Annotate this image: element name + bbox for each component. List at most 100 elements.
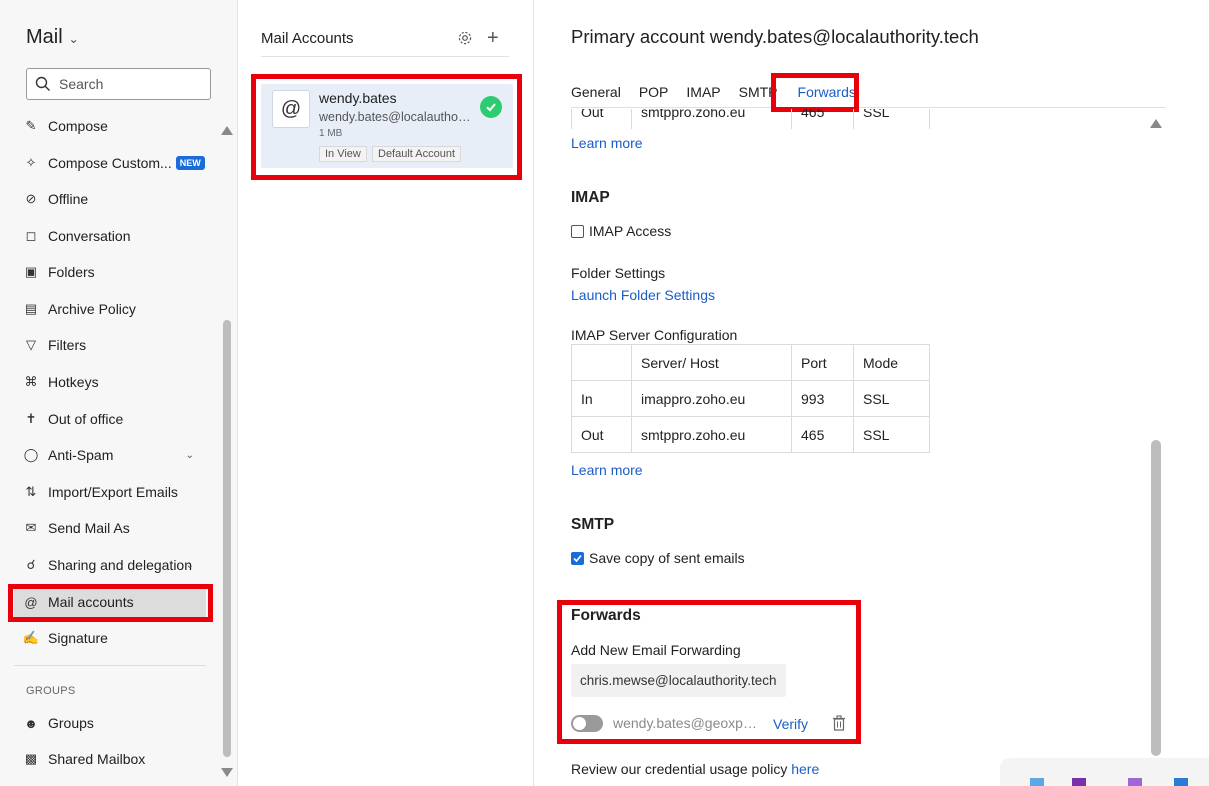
table-cell: Out <box>571 416 632 453</box>
sidebar-item-folders[interactable]: ▣ Folders <box>14 256 206 288</box>
app-icon[interactable] <box>1072 778 1086 786</box>
learn-more-link[interactable]: Learn more <box>571 135 643 151</box>
table-header: Mode <box>853 344 930 381</box>
groups-section-label: GROUPS <box>26 685 76 697</box>
forwarding-toggle[interactable] <box>571 715 603 732</box>
imap-server-config-label: IMAP Server Configuration <box>571 327 738 343</box>
accounts-panel: Mail Accounts + @ wendy.bates wendy.bate… <box>238 0 534 786</box>
table-header <box>571 344 632 381</box>
table-header: Port <box>791 344 854 381</box>
account-card[interactable]: @ wendy.bates wendy.bates@localauthority… <box>261 84 513 168</box>
share-icon: ☌ <box>26 557 36 572</box>
tab-imap[interactable]: IMAP <box>686 84 720 108</box>
sidebar-item-conversation[interactable]: ◻ Conversation <box>14 220 206 252</box>
table-cell: smtppro.zoho.eu <box>631 416 792 453</box>
app-icon[interactable] <box>1030 778 1044 786</box>
scroll-up-arrow[interactable] <box>221 126 233 135</box>
scroll-up-arrow[interactable] <box>1150 119 1162 128</box>
table-cell: 465 <box>791 109 854 129</box>
table-cell: In <box>571 380 632 417</box>
tab-general[interactable]: General <box>571 84 621 108</box>
sidebar-item-hotkeys[interactable]: ⌘ Hotkeys <box>14 366 206 398</box>
policy-here-link[interactable]: here <box>791 761 819 777</box>
accounts-title: Mail Accounts <box>261 30 354 47</box>
command-key-icon: ⌘ <box>24 374 38 389</box>
account-name: wendy.bates <box>319 90 397 106</box>
shield-icon: ◯ <box>23 447 39 462</box>
default-account-chip: Default Account <box>372 146 462 162</box>
table-row: Out smtppro.zoho.eu 465 SSL <box>571 109 930 129</box>
folder-settings-label: Folder Settings <box>571 265 666 281</box>
table-header-row: Server/ Host Port Mode <box>571 344 930 381</box>
forwarding-email-input[interactable]: chris.mewse@localauthority.tech <box>571 664 786 697</box>
conversation-icon: ◻ <box>25 228 37 243</box>
app-title[interactable]: Mail ⌄ <box>26 26 79 49</box>
settings-tabs: General POP IMAP SMTP Forwards <box>571 84 874 108</box>
account-email: wendy.bates@localauthority.tech <box>319 110 471 124</box>
edit-icon: ✎ <box>25 118 37 133</box>
in-view-chip: In View <box>319 146 367 162</box>
existing-forward-email: wendy.bates@geoxphe... <box>613 715 763 731</box>
send-icon: ✉ <box>25 520 37 535</box>
verify-link[interactable]: Verify <box>773 716 808 732</box>
sidebar-item-import-export[interactable]: ⇅ Import/Export Emails <box>14 476 206 508</box>
imap-access-checkbox[interactable] <box>571 225 584 238</box>
sidebar-item-out-of-office[interactable]: ✝ Out of office <box>14 403 206 435</box>
launch-folder-settings-link[interactable]: Launch Folder Settings <box>571 287 715 303</box>
table-cell: 993 <box>791 380 854 417</box>
tabs-divider <box>571 107 1166 108</box>
new-badge: NEW <box>175 156 205 170</box>
gear-icon[interactable] <box>457 30 473 46</box>
search-box[interactable] <box>26 68 211 100</box>
sidebar-item-mail-accounts[interactable]: @ Mail accounts <box>14 586 206 618</box>
sidebar-item-sharing-delegation[interactable]: ☌ Sharing and delegation ⌄ <box>14 549 206 581</box>
trash-icon[interactable] <box>832 715 846 731</box>
sidebar-item-compose[interactable]: ✎ Compose <box>14 110 206 142</box>
save-copy-checkbox[interactable] <box>571 552 584 565</box>
pop-server-table: Out smtppro.zoho.eu 465 SSL <box>571 109 930 129</box>
search-input[interactable] <box>57 75 201 93</box>
sidebar-item-send-mail-as[interactable]: ✉ Send Mail As <box>14 512 206 544</box>
sidebar-item-signature[interactable]: ✍ Signature <box>14 622 206 654</box>
add-account-icon[interactable]: + <box>487 27 499 50</box>
tab-forwards[interactable]: Forwards <box>798 84 856 108</box>
check-circle-icon <box>480 96 502 118</box>
sidebar-scrollbar[interactable] <box>223 320 231 757</box>
forwards-heading: Forwards <box>571 607 641 624</box>
sidebar-divider <box>14 665 206 666</box>
smtp-heading: SMTP <box>571 516 615 533</box>
settings-sidebar: Mail⌄ ✎Compose ✧Compose Custom...NEW ⊘Of… <box>0 0 238 786</box>
sidebar-item-filters[interactable]: ▽ Filters <box>14 329 206 361</box>
sidebar-item-compose-custom[interactable]: ✧ Compose Custom... NEW <box>14 147 206 179</box>
pop-table-clip: Out smtppro.zoho.eu 465 SSL <box>571 109 931 129</box>
table-cell: smtppro.zoho.eu <box>631 109 792 129</box>
chevron-down-icon: ⌄ <box>185 449 194 461</box>
shared-mailbox-icon: ▩ <box>24 751 38 766</box>
imap-access-option[interactable]: IMAP Access <box>571 223 671 239</box>
app-icon[interactable] <box>1174 778 1188 786</box>
group-icon: ☻ <box>24 715 38 731</box>
add-forwarding-label: Add New Email Forwarding <box>571 642 741 658</box>
scroll-down-arrow[interactable] <box>221 768 233 777</box>
sidebar-item-groups[interactable]: ☻ Groups <box>14 707 206 739</box>
tab-smtp[interactable]: SMTP <box>739 84 778 108</box>
sidebar-item-shared-mailbox[interactable]: ▩ Shared Mailbox <box>14 743 206 775</box>
table-cell: SSL <box>853 109 930 129</box>
account-size: 1 MB <box>319 128 343 139</box>
accounts-divider <box>261 56 509 57</box>
chevron-down-icon: ⌄ <box>68 32 79 46</box>
learn-more-link[interactable]: Learn more <box>571 462 643 478</box>
main-scrollbar[interactable] <box>1151 440 1161 756</box>
sidebar-item-anti-spam[interactable]: ◯ Anti-Spam ⌄ <box>14 439 206 471</box>
sidebar-item-offline[interactable]: ⊘ Offline <box>14 183 206 215</box>
archive-icon: ▤ <box>24 301 38 316</box>
tab-pop[interactable]: POP <box>639 84 669 108</box>
save-copy-option[interactable]: Save copy of sent emails <box>571 550 745 566</box>
tools-icon: ✧ <box>25 155 37 170</box>
table-row: In imappro.zoho.eu 993 SSL <box>571 380 930 417</box>
sidebar-item-archive-policy[interactable]: ▤ Archive Policy <box>14 293 206 325</box>
search-icon <box>35 76 50 91</box>
signature-icon: ✍ <box>22 630 40 645</box>
at-icon: @ <box>24 594 38 610</box>
app-icon[interactable] <box>1128 778 1142 786</box>
